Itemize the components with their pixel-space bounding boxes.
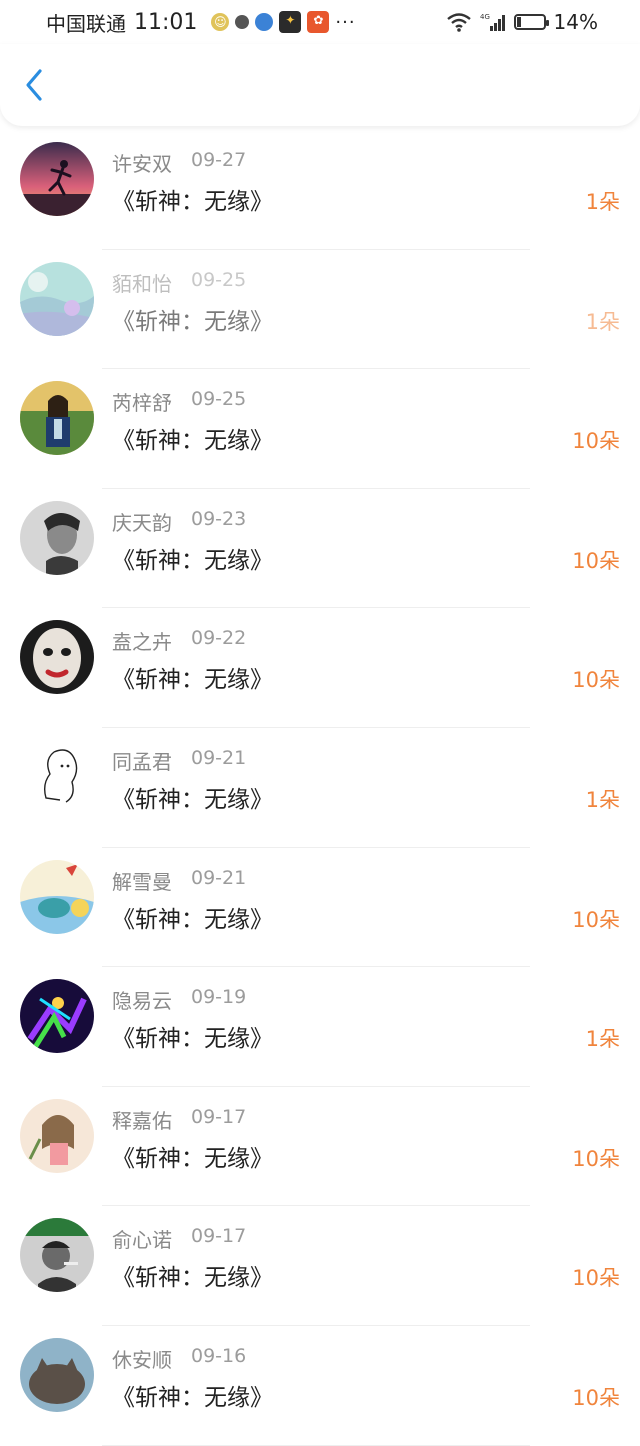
list-item[interactable]: 释嘉佑 09-17 《斩神：无缘》 10朵 — [0, 1087, 640, 1207]
list-item[interactable]: 同孟君 09-21 《斩神：无缘》 1朵 — [0, 728, 640, 848]
user-name: 许安双 — [112, 152, 172, 176]
list-item[interactable]: 芮梓舒 09-25 《斩神：无缘》 10朵 — [0, 369, 640, 489]
supporter-list: 许安双 09-27 《斩神：无缘》 1朵 貊和怡 09-25 《斩神：无缘》 1朵 芮梓舒 09-… — [0, 130, 640, 1446]
status-bar: 中国联通 11:01 ☺ ✦ ✿ ··· 4G 14% — [0, 0, 640, 44]
date-label: 09-27 — [191, 149, 247, 171]
avatar[interactable] — [20, 979, 94, 1054]
user-name: 休安顺 — [112, 1347, 172, 1372]
date-label: 09-16 — [191, 1344, 247, 1367]
book-title: 《斩神：无缘》 — [112, 1026, 273, 1053]
flower-amount: 10朵 — [572, 668, 620, 693]
avatar[interactable] — [20, 500, 94, 575]
carrier-label: 中国联通 — [46, 11, 126, 36]
flower-amount: 1朵 — [585, 309, 620, 334]
user-name: 貊和怡 — [112, 271, 172, 296]
flower-amount: 10朵 — [572, 1266, 620, 1291]
flower-amount: 10朵 — [572, 548, 620, 573]
date-label: 09-21 — [191, 746, 247, 769]
user-name: 俞心诺 — [112, 1228, 172, 1253]
book-title: 《斩神：无缘》 — [112, 1384, 273, 1411]
user-name: 同孟君 — [112, 749, 172, 774]
date-label: 09-25 — [191, 388, 247, 411]
list-item[interactable]: 俞心诺 09-17 《斩神：无缘》 10朵 — [0, 1206, 640, 1326]
date-label: 09-23 — [191, 507, 247, 530]
flower-amount: 1朵 — [585, 787, 620, 812]
book-title: 《斩神：无缘》 — [112, 547, 273, 574]
svg-text:4G: 4G — [480, 13, 490, 21]
avatar[interactable] — [20, 142, 94, 216]
alipay-icon — [235, 15, 250, 29]
avatar[interactable] — [20, 1218, 94, 1293]
list-item[interactable]: 休安顺 09-16 《斩神：无缘》 10朵 — [0, 1326, 640, 1446]
avatar[interactable] — [20, 1098, 94, 1173]
user-name: 芮梓舒 — [112, 391, 172, 416]
list-item[interactable]: 庆天韵 09-23 《斩神：无缘》 10朵 — [0, 489, 640, 609]
flower-amount: 10朵 — [572, 907, 620, 932]
book-title: 《斩神：无缘》 — [112, 786, 273, 813]
list-item[interactable]: 貊和怡 09-25 《斩神：无缘》 1朵 — [0, 250, 640, 370]
avatar[interactable] — [20, 739, 94, 814]
date-label: 09-17 — [191, 1225, 247, 1248]
list-item[interactable]: 解雪曼 09-21 《斩神：无缘》 10朵 — [0, 848, 640, 968]
app-icon: ✿ — [307, 11, 330, 33]
user-name: 释嘉佑 — [112, 1108, 172, 1133]
game-icon: ✦ — [279, 11, 302, 33]
book-title: 《斩神：无缘》 — [112, 667, 273, 694]
flower-amount: 10朵 — [572, 429, 620, 454]
avatar[interactable] — [20, 381, 94, 456]
flower-amount: 1朵 — [585, 1027, 620, 1052]
flower-amount: 10朵 — [572, 1146, 620, 1171]
date-label: 09-17 — [191, 1105, 247, 1128]
divider — [102, 1444, 530, 1446]
user-name: 庆天韵 — [112, 510, 172, 535]
avatar[interactable] — [20, 859, 94, 934]
signal-icon: 4G — [480, 13, 505, 31]
book-title: 《斩神：无缘》 — [112, 906, 273, 933]
flower-amount: 10朵 — [572, 1385, 620, 1410]
date-label: 09-22 — [191, 627, 247, 650]
more-notifications-icon: ··· — [335, 11, 356, 33]
top-nav-bar — [0, 44, 640, 126]
date-label: 09-19 — [191, 986, 247, 1009]
avatar[interactable] — [20, 620, 94, 695]
wifi-icon — [446, 13, 471, 32]
user-name: 盍之卉 — [112, 630, 172, 655]
qq-icon: ☺ — [211, 13, 230, 31]
book-title: 《斩神：无缘》 — [112, 428, 273, 455]
book-title: 《斩神：无缘》 — [112, 1265, 273, 1292]
flower-amount: 1朵 — [585, 190, 620, 214]
avatar[interactable] — [20, 261, 94, 336]
date-label: 09-21 — [191, 866, 247, 889]
battery-icon — [513, 14, 549, 30]
battery-percent: 14% — [553, 10, 598, 34]
user-name: 解雪曼 — [112, 869, 172, 894]
list-item[interactable]: 盍之卉 09-22 《斩神：无缘》 10朵 — [0, 608, 640, 728]
book-title: 《斩神：无缘》 — [112, 1145, 273, 1172]
book-title: 《斩神：无缘》 — [112, 189, 273, 215]
list-item[interactable]: 隐易云 09-19 《斩神：无缘》 1朵 — [0, 967, 640, 1087]
browser-icon — [255, 13, 274, 31]
chevron-left-icon[interactable] — [18, 66, 52, 104]
list-item[interactable]: 许安双 09-27 《斩神：无缘》 1朵 — [0, 130, 640, 250]
book-title: 《斩神：无缘》 — [112, 308, 273, 335]
avatar[interactable] — [20, 1337, 94, 1412]
date-label: 09-25 — [191, 268, 247, 291]
user-name: 隐易云 — [112, 989, 172, 1014]
clock: 11:01 — [134, 9, 198, 35]
